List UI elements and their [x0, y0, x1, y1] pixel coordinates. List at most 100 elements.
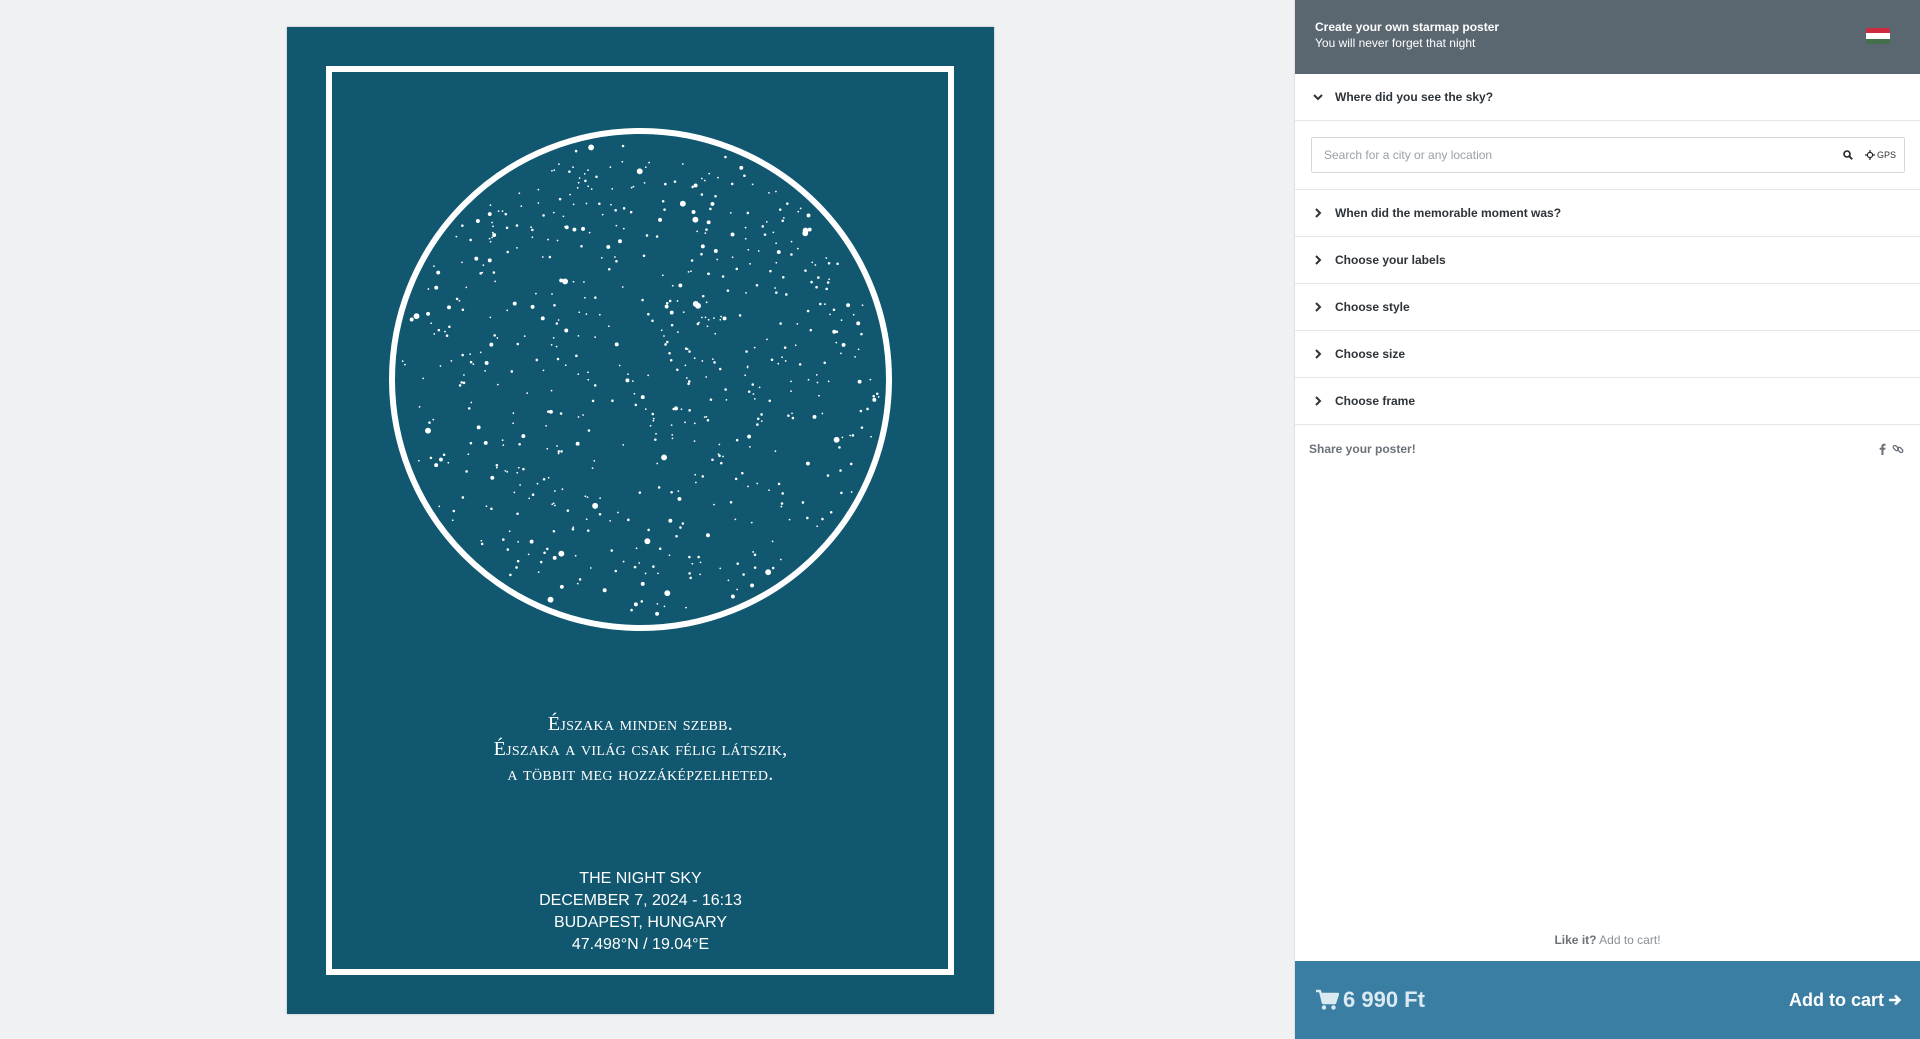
star — [546, 447, 549, 450]
section-labels[interactable]: Choose your labels — [1295, 237, 1920, 284]
star — [506, 470, 509, 473]
star — [688, 409, 691, 412]
star — [422, 377, 425, 380]
star — [493, 334, 496, 337]
location-search-input[interactable] — [1324, 148, 1837, 162]
star — [701, 360, 704, 362]
star — [701, 294, 705, 298]
star — [777, 482, 781, 486]
star — [849, 462, 853, 466]
star — [877, 395, 880, 398]
star — [491, 231, 494, 234]
star — [581, 226, 586, 231]
star — [647, 312, 650, 316]
section-frame[interactable]: Choose frame — [1295, 378, 1920, 425]
star — [575, 354, 578, 358]
star — [718, 443, 721, 446]
star — [700, 193, 704, 196]
star — [841, 436, 844, 439]
star — [445, 334, 449, 337]
star — [632, 185, 635, 188]
star — [805, 461, 810, 466]
hungary-flag-icon[interactable] — [1866, 28, 1890, 44]
star — [664, 343, 667, 346]
section-size[interactable]: Choose size — [1295, 331, 1920, 378]
star — [546, 547, 549, 551]
star — [721, 275, 725, 278]
star — [765, 569, 772, 576]
search-icon[interactable] — [1837, 144, 1859, 166]
star — [553, 504, 556, 507]
star — [593, 384, 597, 387]
star — [790, 380, 792, 383]
star — [622, 227, 625, 230]
star — [481, 271, 484, 274]
star — [731, 256, 734, 259]
star — [698, 321, 700, 324]
star — [593, 460, 596, 462]
star — [587, 169, 589, 172]
star — [510, 370, 514, 373]
star — [594, 336, 597, 338]
star — [550, 389, 553, 392]
star — [552, 502, 555, 505]
star — [494, 280, 497, 283]
star — [684, 364, 687, 367]
star — [687, 382, 690, 386]
star — [577, 416, 580, 418]
star — [461, 496, 465, 499]
star — [790, 253, 793, 256]
star — [722, 455, 724, 458]
star — [706, 418, 710, 422]
star — [461, 308, 465, 312]
add-to-cart-button[interactable]: Add to cart — [1789, 990, 1902, 1011]
section-moment[interactable]: When did the memorable moment was? — [1295, 190, 1920, 237]
star — [611, 188, 614, 190]
star — [583, 281, 585, 283]
gps-button[interactable]: GPS — [1864, 150, 1896, 160]
section-style[interactable]: Choose style — [1295, 284, 1920, 331]
star — [802, 230, 809, 237]
star — [559, 412, 563, 415]
star — [734, 518, 737, 521]
star — [470, 401, 473, 404]
star — [691, 562, 694, 565]
star — [447, 461, 450, 464]
star — [460, 381, 463, 384]
star — [578, 311, 581, 314]
section-label: Choose size — [1335, 347, 1406, 361]
star — [548, 409, 553, 414]
star — [791, 416, 795, 420]
star — [705, 228, 708, 231]
star — [781, 219, 784, 223]
chevron-right-icon — [1309, 298, 1327, 316]
share-label: Share your poster! — [1309, 441, 1416, 456]
star — [730, 182, 734, 186]
star — [775, 190, 777, 193]
star — [774, 287, 777, 289]
star — [465, 286, 468, 289]
star — [562, 278, 569, 285]
star — [487, 258, 492, 263]
star — [622, 444, 625, 446]
star — [670, 490, 673, 494]
star — [664, 304, 669, 309]
star — [504, 212, 508, 216]
star — [615, 224, 618, 227]
star — [704, 232, 707, 234]
star — [638, 562, 641, 564]
star — [560, 450, 563, 453]
star — [450, 359, 453, 362]
facebook-icon[interactable] — [1879, 443, 1886, 455]
star — [609, 520, 612, 522]
star — [404, 363, 406, 366]
star — [664, 182, 667, 186]
star — [557, 450, 561, 453]
star — [644, 408, 647, 411]
link-icon[interactable] — [1892, 443, 1904, 455]
star — [489, 204, 492, 206]
star — [591, 399, 595, 403]
star — [656, 462, 659, 465]
section-location[interactable]: Where did you see the sky? — [1295, 74, 1920, 121]
star — [697, 555, 700, 559]
